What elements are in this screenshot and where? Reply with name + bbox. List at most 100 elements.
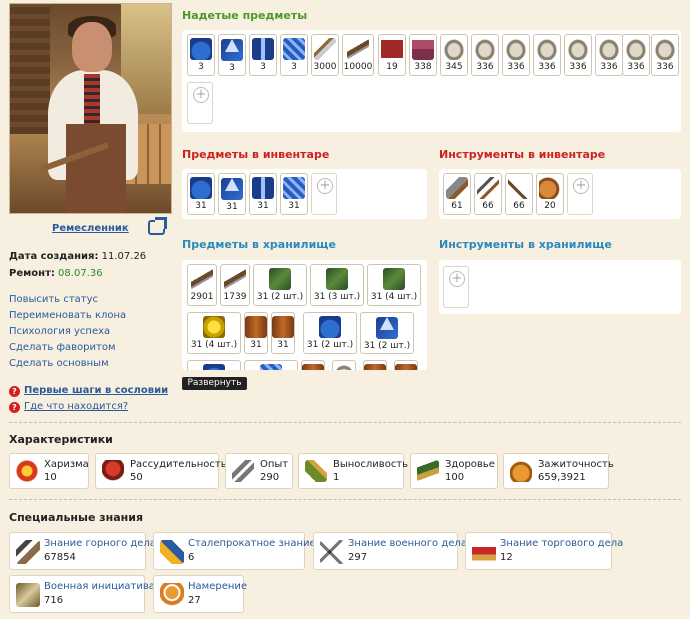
stat-health: Здоровье 100 [410,453,498,489]
knowledge-intention[interactable]: Намерение 27 [153,575,247,613]
equipped-item[interactable]: 19 [378,34,406,76]
storage-item[interactable]: 31 (4 шт.) [187,312,241,354]
knowledge-title: Специальные знания [9,511,144,524]
storage-title: Предметы в хранилище [182,238,336,251]
storage-item[interactable] [301,360,325,370]
equipped-title: Надетые предметы [182,9,308,22]
stat-stamina: Выносливость 1 [298,453,408,489]
equipped-item[interactable]: 345 [440,34,468,76]
repair-label: Ремонт: [9,268,55,279]
sword-icon [314,38,336,60]
equipped-item[interactable]: 336 [622,34,650,76]
rename-clone-link[interactable]: Переименовать клона [9,310,126,321]
add-equipped-slot[interactable] [187,82,213,124]
equipped-item[interactable]: 3 [249,34,277,76]
storage-item[interactable]: 31 (4 шт.) [367,264,421,306]
axe-icon [508,177,530,199]
inventory-panel: 31 31 31 31 [182,169,427,219]
tools-storage-panel [439,260,681,314]
knowledge-initiative[interactable]: Военная инициатива 716 [9,575,155,613]
pickaxe-icon [477,177,499,199]
repair-value: 08.07.36 [58,268,103,279]
share-icon[interactable] [148,217,167,235]
inventory-item[interactable]: 31 [218,173,246,215]
stat-wealth: Зажиточность 659,3921 [503,453,614,489]
storage-item[interactable]: 31 [271,312,295,354]
experience-icon [232,460,254,482]
intention-icon [160,583,184,607]
storage-item[interactable] [187,360,241,370]
blue-box-icon [260,364,282,370]
storage-item[interactable]: 2901 [187,264,217,306]
tools-inventory-panel: 61 66 66 20 [439,169,681,219]
success-psychology-link[interactable]: Психология успеха [9,326,110,337]
help-first-steps[interactable]: ? Первые шаги в сословии [9,385,168,397]
storage-item[interactable] [244,360,298,370]
storage-item[interactable] [394,360,418,370]
tool-item[interactable]: 20 [536,173,564,215]
storage-item[interactable]: 31 (2 шт.) [303,312,357,354]
blue-box-icon [283,177,305,199]
equipped-item[interactable]: 336 [564,34,592,76]
add-tool-slot[interactable] [567,173,593,215]
equipped-item[interactable]: 336 [471,34,499,76]
equipped-item[interactable]: 3 [280,34,308,76]
material-icon [539,177,561,199]
inventory-item[interactable]: 31 [280,173,308,215]
equipped-item[interactable]: 10000 [342,34,374,76]
equipped-item[interactable]: 3000 [311,34,339,76]
help-where-is[interactable]: ? Где что находится? [9,401,128,413]
equipped-item[interactable]: 338 [409,34,437,76]
ring-icon [333,364,355,370]
ring-icon [598,38,620,60]
blue-triangle-icon [221,178,243,200]
tool-item[interactable]: 66 [474,173,502,215]
inventory-item[interactable]: 31 [249,173,277,215]
knowledge-military[interactable]: Знание военного дела 297 [313,532,467,570]
creation-date-row: Дата создания: 11.07.26 [9,251,146,262]
knowledge-trade[interactable]: Знание торгового дела 12 [465,532,623,570]
raise-status-link[interactable]: Повысить статус [9,294,98,305]
blue-triangle-icon [376,317,398,339]
storage-item[interactable]: 31 (3 шт.) [310,264,364,306]
equipped-item[interactable]: 336 [533,34,561,76]
tools-inventory-title: Инструменты в инвентаре [439,148,606,161]
equipped-item[interactable]: 336 [595,34,623,76]
storage-item[interactable] [363,360,387,370]
ring-icon [654,38,676,60]
tool-item[interactable]: 61 [443,173,471,215]
add-inventory-slot[interactable] [311,173,337,215]
brown-item-icon [245,316,267,338]
storage-item[interactable]: 31 (2 шт.) [360,312,414,354]
make-favorite-link[interactable]: Сделать фаворитом [9,342,116,353]
divider [9,499,681,500]
make-main-link[interactable]: Сделать основным [9,358,109,369]
blue-triangle-icon [221,39,243,61]
tool-item[interactable]: 66 [505,173,533,215]
class-link[interactable]: Ремесленник [52,223,129,234]
green-item-icon [326,268,348,290]
inventory-item[interactable]: 31 [187,173,215,215]
initiative-icon [16,583,40,607]
prudence-icon [102,460,124,482]
storage-item[interactable]: 1739 [220,264,250,306]
help-icon: ? [9,402,20,413]
storage-item[interactable] [332,360,356,370]
equipped-item[interactable]: 3 [218,34,246,76]
tools-storage-title: Инструменты в хранилище [439,238,612,251]
equipped-item[interactable]: 3 [187,34,215,76]
storage-item[interactable]: 31 (2 шт.) [253,264,307,306]
equipped-item[interactable]: 336 [651,34,679,76]
storage-item[interactable]: 31 [244,312,268,354]
equipped-item[interactable]: 336 [502,34,530,76]
expand-button[interactable]: Развернуть [182,377,247,390]
green-item-icon [269,268,291,290]
steel-icon [160,540,184,564]
add-tool-storage-slot[interactable] [443,266,469,308]
creation-date-value: 11.07.26 [101,251,147,262]
knowledge-steel[interactable]: Сталепрокатное знание 6 [153,532,316,570]
rifle-icon [191,268,213,290]
ring-icon [625,38,647,60]
knowledge-mining[interactable]: Знание горного дела 67854 [9,532,156,570]
divider [9,422,681,423]
